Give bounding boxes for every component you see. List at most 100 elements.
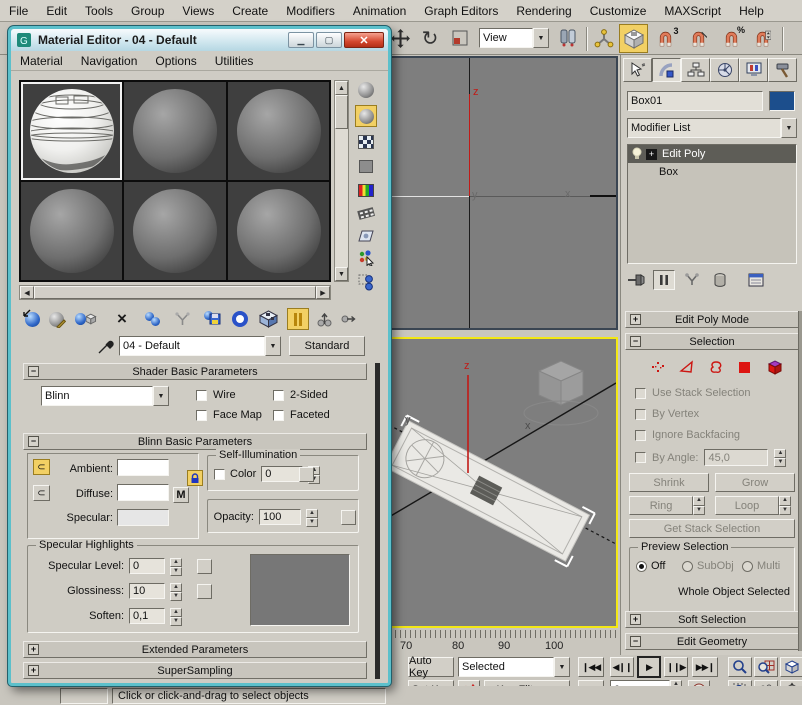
by-angle-field[interactable]: 45,0 <box>704 449 768 466</box>
remove-modifier-icon[interactable] <box>709 270 731 290</box>
rollout-extended-parameters[interactable]: +Extended Parameters <box>23 641 367 658</box>
menu-navigation[interactable]: Navigation <box>72 51 147 71</box>
ambient-color-swatch[interactable] <box>117 459 169 476</box>
object-name-field[interactable]: Box01 <box>627 91 763 111</box>
preview-multi-radio[interactable]: Multi <box>742 560 780 572</box>
maximize-button[interactable]: ▢ <box>316 32 342 48</box>
chevron-down-icon[interactable]: ▼ <box>265 336 281 356</box>
make-unique-icon[interactable] <box>681 270 703 290</box>
specular-level-spinner[interactable]: ▲▼ <box>170 558 182 574</box>
select-and-scale-icon[interactable] <box>448 26 472 50</box>
chevron-down-icon[interactable]: ▼ <box>781 118 797 138</box>
menu-views[interactable]: Views <box>173 1 223 21</box>
auto-key-button[interactable]: Auto Key <box>408 657 454 677</box>
specular-level-map-button[interactable] <box>197 559 212 574</box>
sample-type-icon[interactable] <box>355 79 377 101</box>
collapse-icon[interactable]: − <box>630 636 641 647</box>
self-illum-color-row[interactable]: Color 0 ▲▼ <box>214 466 320 482</box>
track-bar[interactable]: 70 80 90 100 <box>385 628 618 655</box>
shrink-button[interactable]: Shrink <box>629 473 709 492</box>
make-material-copy-icon[interactable] <box>141 308 163 330</box>
zoom-icon[interactable] <box>728 657 752 677</box>
select-and-move-icon[interactable] <box>388 26 412 50</box>
by-angle-spinner[interactable]: ▲▼ <box>774 449 786 466</box>
scroll-down-icon[interactable]: ▼ <box>335 267 348 281</box>
modifier-list-dropdown[interactable]: Modifier List ▼ <box>627 118 797 138</box>
specular-color-swatch[interactable] <box>117 509 169 526</box>
sample-uv-tiling-icon[interactable] <box>355 155 377 177</box>
reset-map-icon[interactable]: × <box>111 308 133 330</box>
expand-plus-icon[interactable]: + <box>646 149 657 160</box>
two-sided-checkbox-row[interactable]: 2-Sided <box>273 389 328 401</box>
put-to-library-icon[interactable] <box>201 308 223 330</box>
vertex-subobject-icon[interactable] <box>647 357 669 377</box>
minimize-button[interactable]: ▁ <box>288 32 314 48</box>
face-map-checkbox-row[interactable]: Face Map <box>196 409 262 421</box>
checkbox[interactable] <box>635 409 646 420</box>
tab-modify[interactable] <box>652 58 681 82</box>
viewport-perspective-active[interactable]: z y x <box>387 337 618 628</box>
slots-horizontal-scrollbar[interactable]: ◀ ▶ <box>19 285 331 300</box>
scroll-thumb[interactable] <box>335 95 348 129</box>
material-editor-window[interactable]: G Material Editor - 04 - Default ▁ ▢ ✕ M… <box>8 26 391 686</box>
menu-material[interactable]: Material <box>11 51 72 71</box>
menu-graph-editors[interactable]: Graph Editors <box>415 1 507 21</box>
mirror-icon[interactable] <box>556 26 580 50</box>
shader-dropdown[interactable]: Blinn ▼ <box>41 386 169 406</box>
selection-filter-dropdown[interactable]: Selected ▼ <box>458 657 570 677</box>
configure-modifier-sets-icon[interactable] <box>745 270 767 290</box>
background-icon[interactable] <box>355 131 377 153</box>
opacity-row[interactable]: Opacity: 100 ▲▼ <box>210 509 356 525</box>
preview-off-radio[interactable]: Off <box>636 560 665 572</box>
viewport-splitter[interactable] <box>385 330 620 337</box>
rollout-supersampling[interactable]: +SuperSampling <box>23 662 367 679</box>
viewport-front[interactable]: z y x <box>387 56 618 330</box>
tab-utilities[interactable] <box>768 58 797 82</box>
sample-slot-active[interactable] <box>21 82 122 180</box>
grow-button[interactable]: Grow <box>715 473 795 492</box>
expand-icon[interactable]: + <box>630 614 641 625</box>
scroll-left-icon[interactable]: ◀ <box>20 286 34 299</box>
sample-slot[interactable] <box>228 182 329 280</box>
stack-item-box[interactable]: Box <box>628 163 796 181</box>
glossiness-value[interactable]: 10 <box>133 585 145 597</box>
percent-snap-icon[interactable]: % <box>719 26 743 50</box>
collapse-icon[interactable]: − <box>28 436 39 447</box>
play-animation-icon[interactable]: ▶ <box>637 656 661 678</box>
menu-options[interactable]: Options <box>146 51 205 71</box>
faceted-checkbox-row[interactable]: Faceted <box>273 409 330 421</box>
element-subobject-icon[interactable] <box>763 357 785 377</box>
menu-customize[interactable]: Customize <box>581 1 656 21</box>
angle-snap-icon[interactable] <box>686 26 710 50</box>
specular-level-row[interactable]: Specular Level: 0 ▲▼ <box>32 558 212 574</box>
polygon-subobject-icon[interactable] <box>734 357 756 377</box>
sample-slot[interactable] <box>124 82 225 180</box>
diffuse-specular-lock-left-icon[interactable]: ⊂ <box>33 485 50 501</box>
previous-frame-icon[interactable]: ◀❙❙ <box>610 657 634 677</box>
preview-subobj-radio[interactable]: SubObj <box>682 560 734 572</box>
border-subobject-icon[interactable] <box>705 357 727 377</box>
scroll-right-icon[interactable]: ▶ <box>316 286 330 299</box>
show-end-result-stack-icon[interactable] <box>653 270 675 290</box>
loop-button[interactable]: Loop <box>715 496 779 515</box>
assign-material-to-selection-icon[interactable] <box>75 308 97 330</box>
modifier-stack[interactable]: + Edit Poly Box <box>627 144 797 264</box>
close-button[interactable]: ✕ <box>344 32 384 48</box>
loop-spinner[interactable]: ▲▼ <box>779 496 791 515</box>
collapse-icon[interactable]: − <box>630 336 641 347</box>
next-frame-icon[interactable]: ❙❙▶ <box>664 657 688 677</box>
angle-snap-3-icon[interactable]: 3 <box>653 26 677 50</box>
pin-stack-icon[interactable] <box>625 270 647 290</box>
self-illum-map-button[interactable] <box>299 467 314 482</box>
rollout-scrollbar[interactable] <box>375 363 380 679</box>
menu-utilities[interactable]: Utilities <box>206 51 263 71</box>
opacity-spinner[interactable]: ▲▼ <box>306 509 318 525</box>
material-editor-titlebar[interactable]: G Material Editor - 04 - Default ▁ ▢ ✕ <box>11 29 388 51</box>
opacity-value[interactable]: 100 <box>263 511 281 523</box>
go-to-end-icon[interactable]: ▶▶❙ <box>692 657 718 677</box>
ambient-diffuse-lock-left-icon[interactable]: ⊂ <box>33 459 50 475</box>
material-id-channel-icon[interactable] <box>229 308 251 330</box>
rollout-edit-poly-mode[interactable]: +Edit Poly Mode <box>625 311 799 328</box>
self-illum-value[interactable]: 0 <box>265 468 271 480</box>
menu-group[interactable]: Group <box>122 1 173 21</box>
